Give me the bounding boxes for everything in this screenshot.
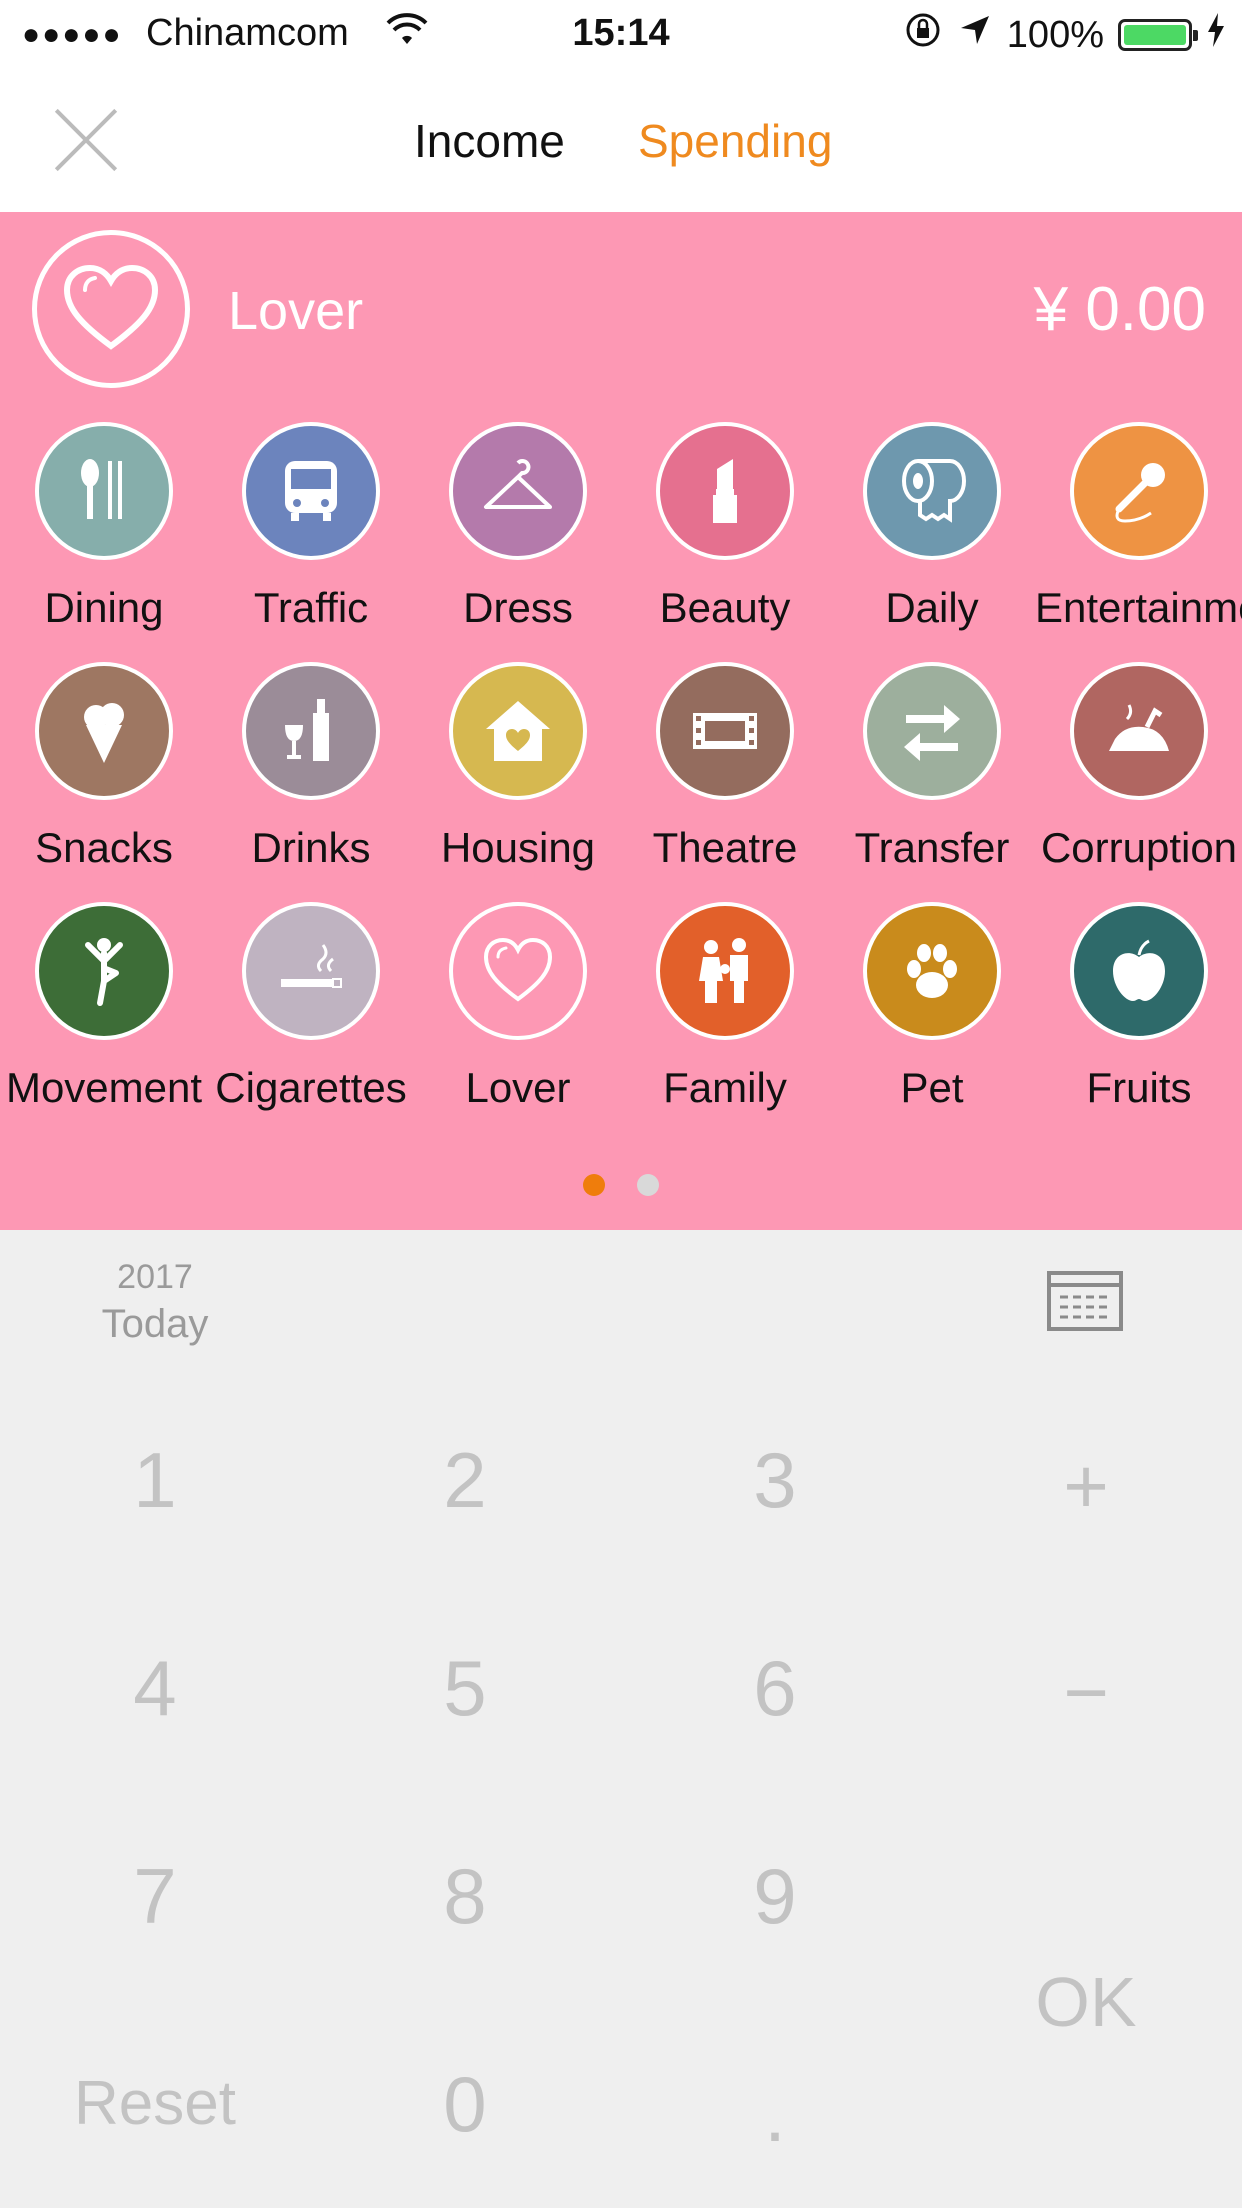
category-pet[interactable]: Pet bbox=[828, 902, 1036, 1142]
key-minus[interactable]: − bbox=[986, 1632, 1186, 1752]
yoga-icon bbox=[35, 902, 173, 1040]
toilet-paper-icon bbox=[863, 422, 1001, 560]
category-theatre[interactable]: Theatre bbox=[621, 662, 829, 902]
category-label: Fruits bbox=[1086, 1064, 1192, 1111]
category-label: Pet bbox=[900, 1064, 964, 1111]
key-2[interactable]: 2 bbox=[365, 1420, 565, 1540]
location-icon bbox=[957, 12, 993, 58]
key-7[interactable]: 7 bbox=[55, 1836, 255, 1956]
category-label: Entertainme bbox=[1035, 584, 1242, 631]
apple-icon bbox=[1070, 902, 1208, 1040]
lipstick-icon bbox=[656, 422, 794, 560]
category-label: Lover bbox=[465, 1064, 571, 1111]
charging-icon bbox=[1206, 13, 1226, 57]
category-label: Dress bbox=[463, 584, 573, 631]
category-fruits[interactable]: Fruits bbox=[1035, 902, 1242, 1142]
ice-cream-icon bbox=[35, 662, 173, 800]
category-entertainme[interactable]: Entertainme bbox=[1035, 422, 1242, 662]
ok-button[interactable]: OK bbox=[986, 1942, 1186, 2062]
page-indicator[interactable] bbox=[0, 1174, 1242, 1201]
roast-chicken-icon bbox=[1070, 662, 1208, 800]
dining-icon bbox=[35, 422, 173, 560]
category-label: Theatre bbox=[652, 824, 798, 871]
key-decimal[interactable]: . bbox=[675, 2054, 875, 2174]
category-daily[interactable]: Daily bbox=[828, 422, 1036, 662]
key-1[interactable]: 1 bbox=[55, 1420, 255, 1540]
key-plus[interactable]: + bbox=[986, 1426, 1186, 1546]
category-label: Transfer bbox=[854, 824, 1010, 871]
category-label: Traffic bbox=[253, 584, 369, 631]
category-label: Corruption bbox=[1040, 824, 1238, 871]
key-4[interactable]: 4 bbox=[55, 1628, 255, 1748]
battery-percent: 100% bbox=[1006, 13, 1104, 56]
date-day[interactable]: Today bbox=[94, 1302, 216, 1347]
nav-bar: Income Spending bbox=[0, 68, 1242, 212]
key-9[interactable]: 9 bbox=[675, 1836, 875, 1956]
category-movement[interactable]: Movement bbox=[0, 902, 208, 1142]
screen: ●●●●● Chinamcom 15:14 100% Income Spendi… bbox=[0, 0, 1242, 2208]
amount-display: ¥ 0.00 bbox=[1033, 275, 1206, 344]
cigarette-icon bbox=[242, 902, 380, 1040]
key-5[interactable]: 5 bbox=[365, 1628, 565, 1748]
wine-icon bbox=[242, 662, 380, 800]
category-lover[interactable]: Lover bbox=[414, 902, 622, 1142]
date-year[interactable]: 2017 bbox=[114, 1258, 196, 1297]
category-panel: Lover ¥ 0.00 Dining Traffic Dress Beauty Dai… bbox=[0, 212, 1242, 1230]
category-label: Movement bbox=[5, 1064, 203, 1111]
tab-spending[interactable]: Spending bbox=[638, 114, 832, 168]
category-label: Housing bbox=[440, 824, 596, 871]
status-bar: ●●●●● Chinamcom 15:14 100% bbox=[0, 0, 1242, 68]
category-label: Cigarettes bbox=[215, 1064, 407, 1111]
category-housing[interactable]: Housing bbox=[414, 662, 622, 902]
orientation-lock-icon bbox=[903, 10, 943, 60]
category-family[interactable]: Family bbox=[621, 902, 829, 1142]
page-dot-inactive[interactable] bbox=[637, 1174, 660, 1196]
key-6[interactable]: 6 bbox=[675, 1628, 875, 1748]
status-right: 100% bbox=[903, 10, 1226, 60]
battery-icon bbox=[1118, 19, 1198, 51]
selected-category-name: Lover bbox=[228, 281, 364, 341]
key-8[interactable]: 8 bbox=[365, 1836, 565, 1956]
category-label: Beauty bbox=[659, 584, 791, 631]
category-drinks[interactable]: Drinks bbox=[207, 662, 415, 902]
film-icon bbox=[656, 662, 794, 800]
page-dot-active[interactable] bbox=[582, 1174, 605, 1196]
house-icon bbox=[449, 662, 587, 800]
category-dress[interactable]: Dress bbox=[414, 422, 622, 662]
bus-icon bbox=[242, 422, 380, 560]
key-0[interactable]: 0 bbox=[365, 2044, 565, 2164]
category-label: Dining bbox=[44, 584, 164, 631]
transfer-icon bbox=[863, 662, 1001, 800]
paw-icon bbox=[863, 902, 1001, 1040]
reset-button[interactable]: Reset bbox=[55, 2044, 255, 2164]
category-label: Family bbox=[663, 1064, 787, 1111]
category-snacks[interactable]: Snacks bbox=[0, 662, 208, 902]
hanger-icon bbox=[449, 422, 587, 560]
category-beauty[interactable]: Beauty bbox=[621, 422, 829, 662]
microphone-icon bbox=[1070, 422, 1208, 560]
category-label: Daily bbox=[885, 584, 979, 631]
category-label: Drinks bbox=[251, 824, 371, 871]
category-label: Snacks bbox=[35, 824, 173, 871]
key-3[interactable]: 3 bbox=[675, 1420, 875, 1540]
selected-category-icon bbox=[32, 230, 190, 388]
heart-icon bbox=[449, 902, 587, 1040]
category-corruption[interactable]: Corruption bbox=[1035, 662, 1242, 902]
tab-income[interactable]: Income bbox=[414, 114, 565, 168]
category-transfer[interactable]: Transfer bbox=[828, 662, 1036, 902]
category-dining[interactable]: Dining bbox=[0, 422, 208, 662]
family-icon bbox=[656, 902, 794, 1040]
category-traffic[interactable]: Traffic bbox=[207, 422, 415, 662]
close-icon[interactable] bbox=[50, 104, 120, 174]
category-cigarettes[interactable]: Cigarettes bbox=[207, 902, 415, 1142]
note-icon[interactable] bbox=[1046, 1270, 1124, 1332]
